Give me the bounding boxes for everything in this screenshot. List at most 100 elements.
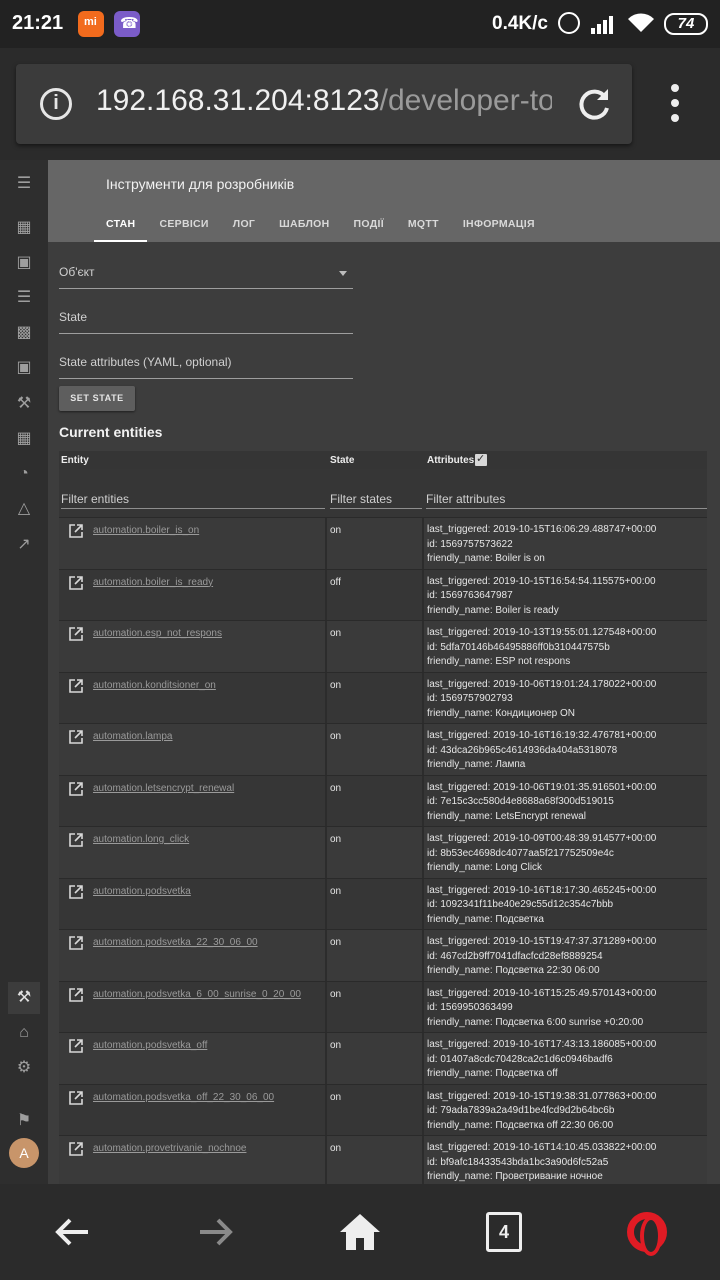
tab-template[interactable]: ШАБЛОН [267, 210, 341, 242]
attr-id: id: 79ada7839a2a49d1be4fcd9d2b64bc6b [427, 1105, 615, 1116]
tab-events[interactable]: ПОДІЇ [342, 210, 396, 242]
entity-link[interactable]: automation.provetrivanie_nochnoe [93, 1143, 246, 1154]
attr-friendly-name: friendly_name: Подсветка off 22:30 06:00 [427, 1119, 614, 1131]
open-entity-icon[interactable] [69, 1090, 83, 1105]
state-attributes-input[interactable]: State attributes (YAML, optional) [59, 349, 353, 379]
attr-friendly-name: friendly_name: Подсветка [427, 913, 544, 925]
hacs-icon[interactable]: ▣ [8, 352, 40, 384]
entity-link[interactable]: automation.podsvetka_off_22_30_06_00 [93, 1092, 274, 1103]
entity-link[interactable]: automation.esp_not_respons [93, 628, 222, 639]
tab-services[interactable]: СЕРВІСИ [147, 210, 220, 242]
open-entity-icon[interactable] [69, 1039, 83, 1053]
col-state: State [330, 455, 355, 466]
column-divider [325, 775, 327, 826]
open-entity-icon[interactable] [69, 627, 83, 641]
table-row: automation.provetrivanie_nochnoe on last_t… [59, 1135, 707, 1184]
open-entity-icon[interactable] [69, 833, 83, 847]
entity-link[interactable]: automation.letsencrypt_renewal [93, 783, 234, 794]
home-icon[interactable] [336, 1208, 384, 1256]
overflow-menu-icon[interactable] [660, 84, 690, 124]
table-row: automation.podsvetka_22_30_06_00 on last_t… [59, 929, 707, 981]
table-body: automation.boiler_is_onon last_triggered:… [59, 517, 707, 1184]
open-entity-icon[interactable] [69, 781, 83, 796]
entity-select[interactable]: Об'єкт [59, 259, 353, 289]
state-input[interactable]: State [59, 304, 353, 334]
column-divider [422, 724, 424, 775]
overview-icon[interactable]: ▦ [8, 212, 40, 244]
logbook-icon[interactable]: ☰ [8, 282, 40, 314]
state-cell: on [330, 628, 342, 639]
reload-icon[interactable] [574, 84, 614, 124]
filter-attributes-input[interactable]: Filter attributes [426, 489, 707, 509]
state-cell: on [330, 1040, 342, 1051]
tabs-count-icon[interactable]: 4 [486, 1212, 522, 1252]
state-cell: on [330, 834, 342, 845]
filter-entities-input[interactable]: Filter entities [61, 489, 325, 509]
avatar[interactable]: A [9, 1138, 39, 1168]
entity-link[interactable]: automation.boiler_is_ready [93, 577, 213, 588]
dropdown-arrow-icon[interactable] [339, 271, 347, 276]
entity-link[interactable]: automation.konditsioner_on [93, 680, 216, 691]
attributes-cell: last_triggered: 2019-10-16T17:43:13.1860… [427, 1038, 656, 1082]
table-header: Entity State Attributes [59, 451, 707, 469]
attributes-checkbox[interactable] [475, 452, 487, 466]
tab-info[interactable]: ІНФОРМАЦІЯ [451, 210, 547, 242]
entity-link[interactable]: automation.podsvetka_6_00_sunrise_0_20_0… [93, 989, 301, 1000]
attr-id: id: 1569950363499 [427, 1002, 513, 1013]
dev-tools-tabs: СТАН СЕРВІСИ ЛОГ ШАБЛОН ПОДІЇ MQTT ІНФОР… [94, 210, 547, 242]
entity-link[interactable]: automation.podsvetka_off [93, 1040, 207, 1051]
tab-mqtt[interactable]: MQTT [396, 210, 451, 242]
home-settings-icon[interactable]: ⌂ [8, 1017, 40, 1049]
settings-gear-icon[interactable]: ⚙ [8, 1052, 40, 1084]
entity-cell: automation.podsvetka_6_00_sunrise_0_20_0… [59, 982, 325, 1033]
main-content: Об'єкт State State attributes (YAML, opt… [48, 242, 720, 1184]
tab-state[interactable]: СТАН [94, 210, 148, 242]
open-entity-icon[interactable] [69, 987, 83, 1002]
site-info-icon[interactable] [40, 88, 72, 120]
attr-id: id: 43dca26b965c4614936da404a5318078 [427, 744, 618, 756]
gauge-icon[interactable]: ◔ [8, 458, 40, 490]
entity-cell: automation.podsvetka_off [59, 1033, 325, 1084]
chart-icon[interactable]: ↗ [8, 529, 40, 561]
entity-link[interactable]: automation.podsvetka_22_30_06_00 [93, 937, 258, 948]
developer-tools-icon[interactable]: ⚒ [8, 982, 40, 1014]
node-red-icon[interactable]: △ [8, 493, 40, 525]
attr-last-triggered: last_triggered: 2019-10-15T19:47:37.3712… [427, 936, 657, 947]
status-bar: 21:21 0.4K/c 74 [0, 0, 720, 48]
open-entity-icon[interactable] [69, 1142, 83, 1156]
column-divider [325, 827, 327, 878]
entity-link[interactable]: automation.lampa [93, 731, 173, 742]
table-row: automation.boiler_is_ready off last_trigge… [59, 568, 707, 620]
forward-arrow-icon[interactable] [192, 1208, 240, 1256]
opera-menu-icon[interactable] [627, 1212, 667, 1256]
set-state-button[interactable]: SET STATE [59, 386, 135, 411]
filter-states-input[interactable]: Filter states [330, 489, 422, 509]
open-entity-icon[interactable] [69, 678, 83, 693]
menu-icon[interactable]: ☰ [8, 168, 40, 200]
open-entity-icon[interactable] [69, 575, 83, 590]
open-entity-icon[interactable] [69, 524, 83, 538]
open-entity-icon[interactable] [69, 884, 83, 899]
notifications-bell-icon[interactable]: ⚑ [8, 1105, 40, 1137]
attr-friendly-name: friendly_name: Лампа [427, 759, 526, 770]
chip-icon[interactable]: ▦ [8, 423, 40, 455]
attr-last-triggered: last_triggered: 2019-10-15T16:54:54.1155… [427, 575, 656, 587]
address-bar[interactable]: 192.168.31.204:8123/developer-to [16, 64, 632, 144]
url-text[interactable]: 192.168.31.204:8123/developer-to [96, 84, 552, 118]
attr-friendly-name: friendly_name: Подсветка 6:00 sunrise +0… [427, 1016, 644, 1028]
entity-link[interactable]: automation.podsvetka [93, 886, 191, 897]
entity-link[interactable]: automation.long_click [93, 834, 189, 845]
history-icon[interactable]: ▩ [8, 317, 40, 349]
back-arrow-icon[interactable] [48, 1208, 96, 1256]
column-divider [325, 621, 327, 672]
attr-last-triggered: last_triggered: 2019-10-16T14:10:45.0338… [427, 1142, 657, 1153]
map-icon[interactable]: ▣ [8, 247, 40, 279]
entity-link[interactable]: automation.boiler_is_on [93, 525, 199, 536]
wrench-icon[interactable]: ⚒ [8, 388, 40, 420]
open-entity-icon[interactable] [69, 936, 83, 950]
open-entity-icon[interactable] [69, 730, 83, 744]
entity-select-label: Об'єкт [59, 265, 95, 279]
tab-log[interactable]: ЛОГ [221, 210, 267, 242]
page-title: Інструменти для розробників [106, 176, 295, 192]
col-attributes: Attributes [427, 455, 475, 466]
